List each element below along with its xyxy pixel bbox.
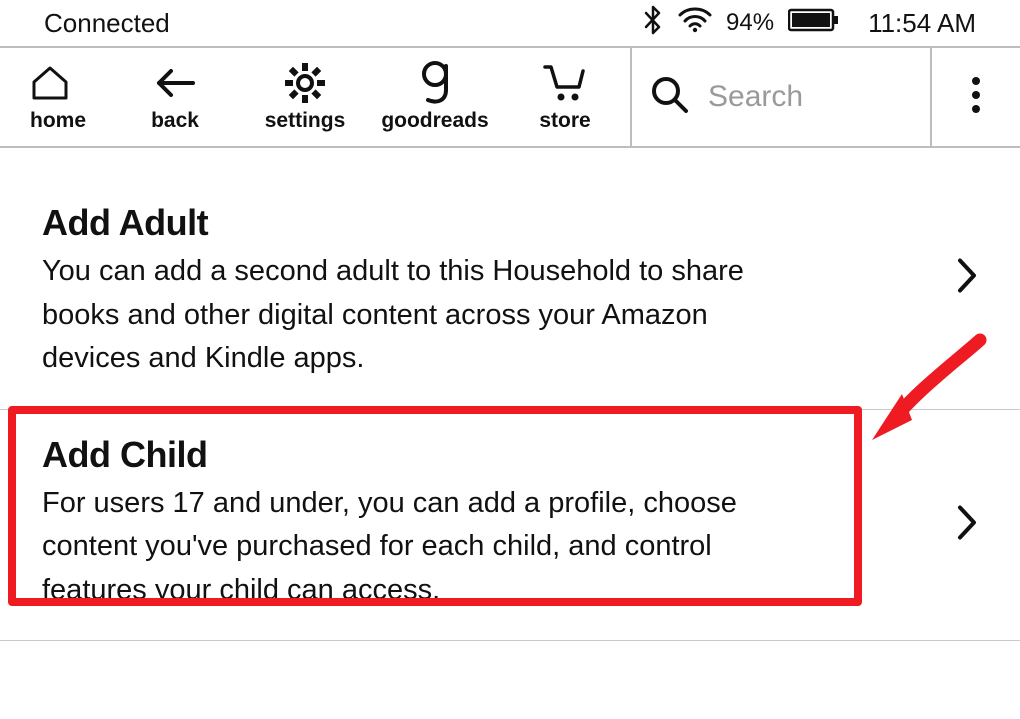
battery-percent: 94% bbox=[726, 9, 774, 37]
add-adult-row[interactable]: Add Adult You can add a second adult to … bbox=[0, 148, 1020, 410]
more-vertical-icon bbox=[970, 75, 982, 120]
battery-icon bbox=[788, 7, 840, 40]
wifi-icon bbox=[678, 7, 712, 40]
settings-list: Add Adult You can add a second adult to … bbox=[0, 148, 1020, 641]
settings-label: settings bbox=[265, 109, 346, 133]
search-input[interactable] bbox=[708, 80, 912, 114]
add-child-row[interactable]: Add Child For users 17 and under, you ca… bbox=[0, 410, 1020, 642]
clock-time: 11:54 AM bbox=[868, 8, 976, 39]
row-description: You can add a second adult to this House… bbox=[42, 250, 762, 381]
goodreads-icon bbox=[418, 59, 452, 107]
home-icon bbox=[30, 59, 70, 107]
row-title: Add Adult bbox=[42, 202, 920, 244]
bluetooth-icon bbox=[642, 4, 664, 43]
home-button[interactable]: home bbox=[0, 48, 110, 146]
back-label: back bbox=[151, 109, 199, 133]
store-button[interactable]: store bbox=[500, 48, 630, 146]
goodreads-label: goodreads bbox=[381, 109, 488, 133]
home-label: home bbox=[30, 109, 86, 133]
chevron-right-icon bbox=[956, 503, 978, 546]
back-arrow-icon bbox=[153, 59, 197, 107]
search-box[interactable] bbox=[630, 48, 930, 146]
cart-icon bbox=[543, 59, 587, 107]
connection-status: Connected bbox=[44, 8, 642, 39]
more-button[interactable] bbox=[930, 48, 1020, 146]
search-icon bbox=[650, 75, 690, 120]
goodreads-button[interactable]: goodreads bbox=[370, 48, 500, 146]
gear-icon bbox=[285, 59, 325, 107]
chevron-right-icon bbox=[956, 257, 978, 300]
row-title: Add Child bbox=[42, 434, 920, 476]
status-icons: 94% 11:54 AM bbox=[642, 4, 976, 43]
store-label: store bbox=[539, 109, 590, 133]
toolbar: home back bbox=[0, 48, 1020, 148]
settings-button[interactable]: settings bbox=[240, 48, 370, 146]
status-bar: Connected 94% 11:54 AM bbox=[0, 0, 1020, 48]
row-description: For users 17 and under, you can add a pr… bbox=[42, 482, 762, 613]
back-button[interactable]: back bbox=[110, 48, 240, 146]
